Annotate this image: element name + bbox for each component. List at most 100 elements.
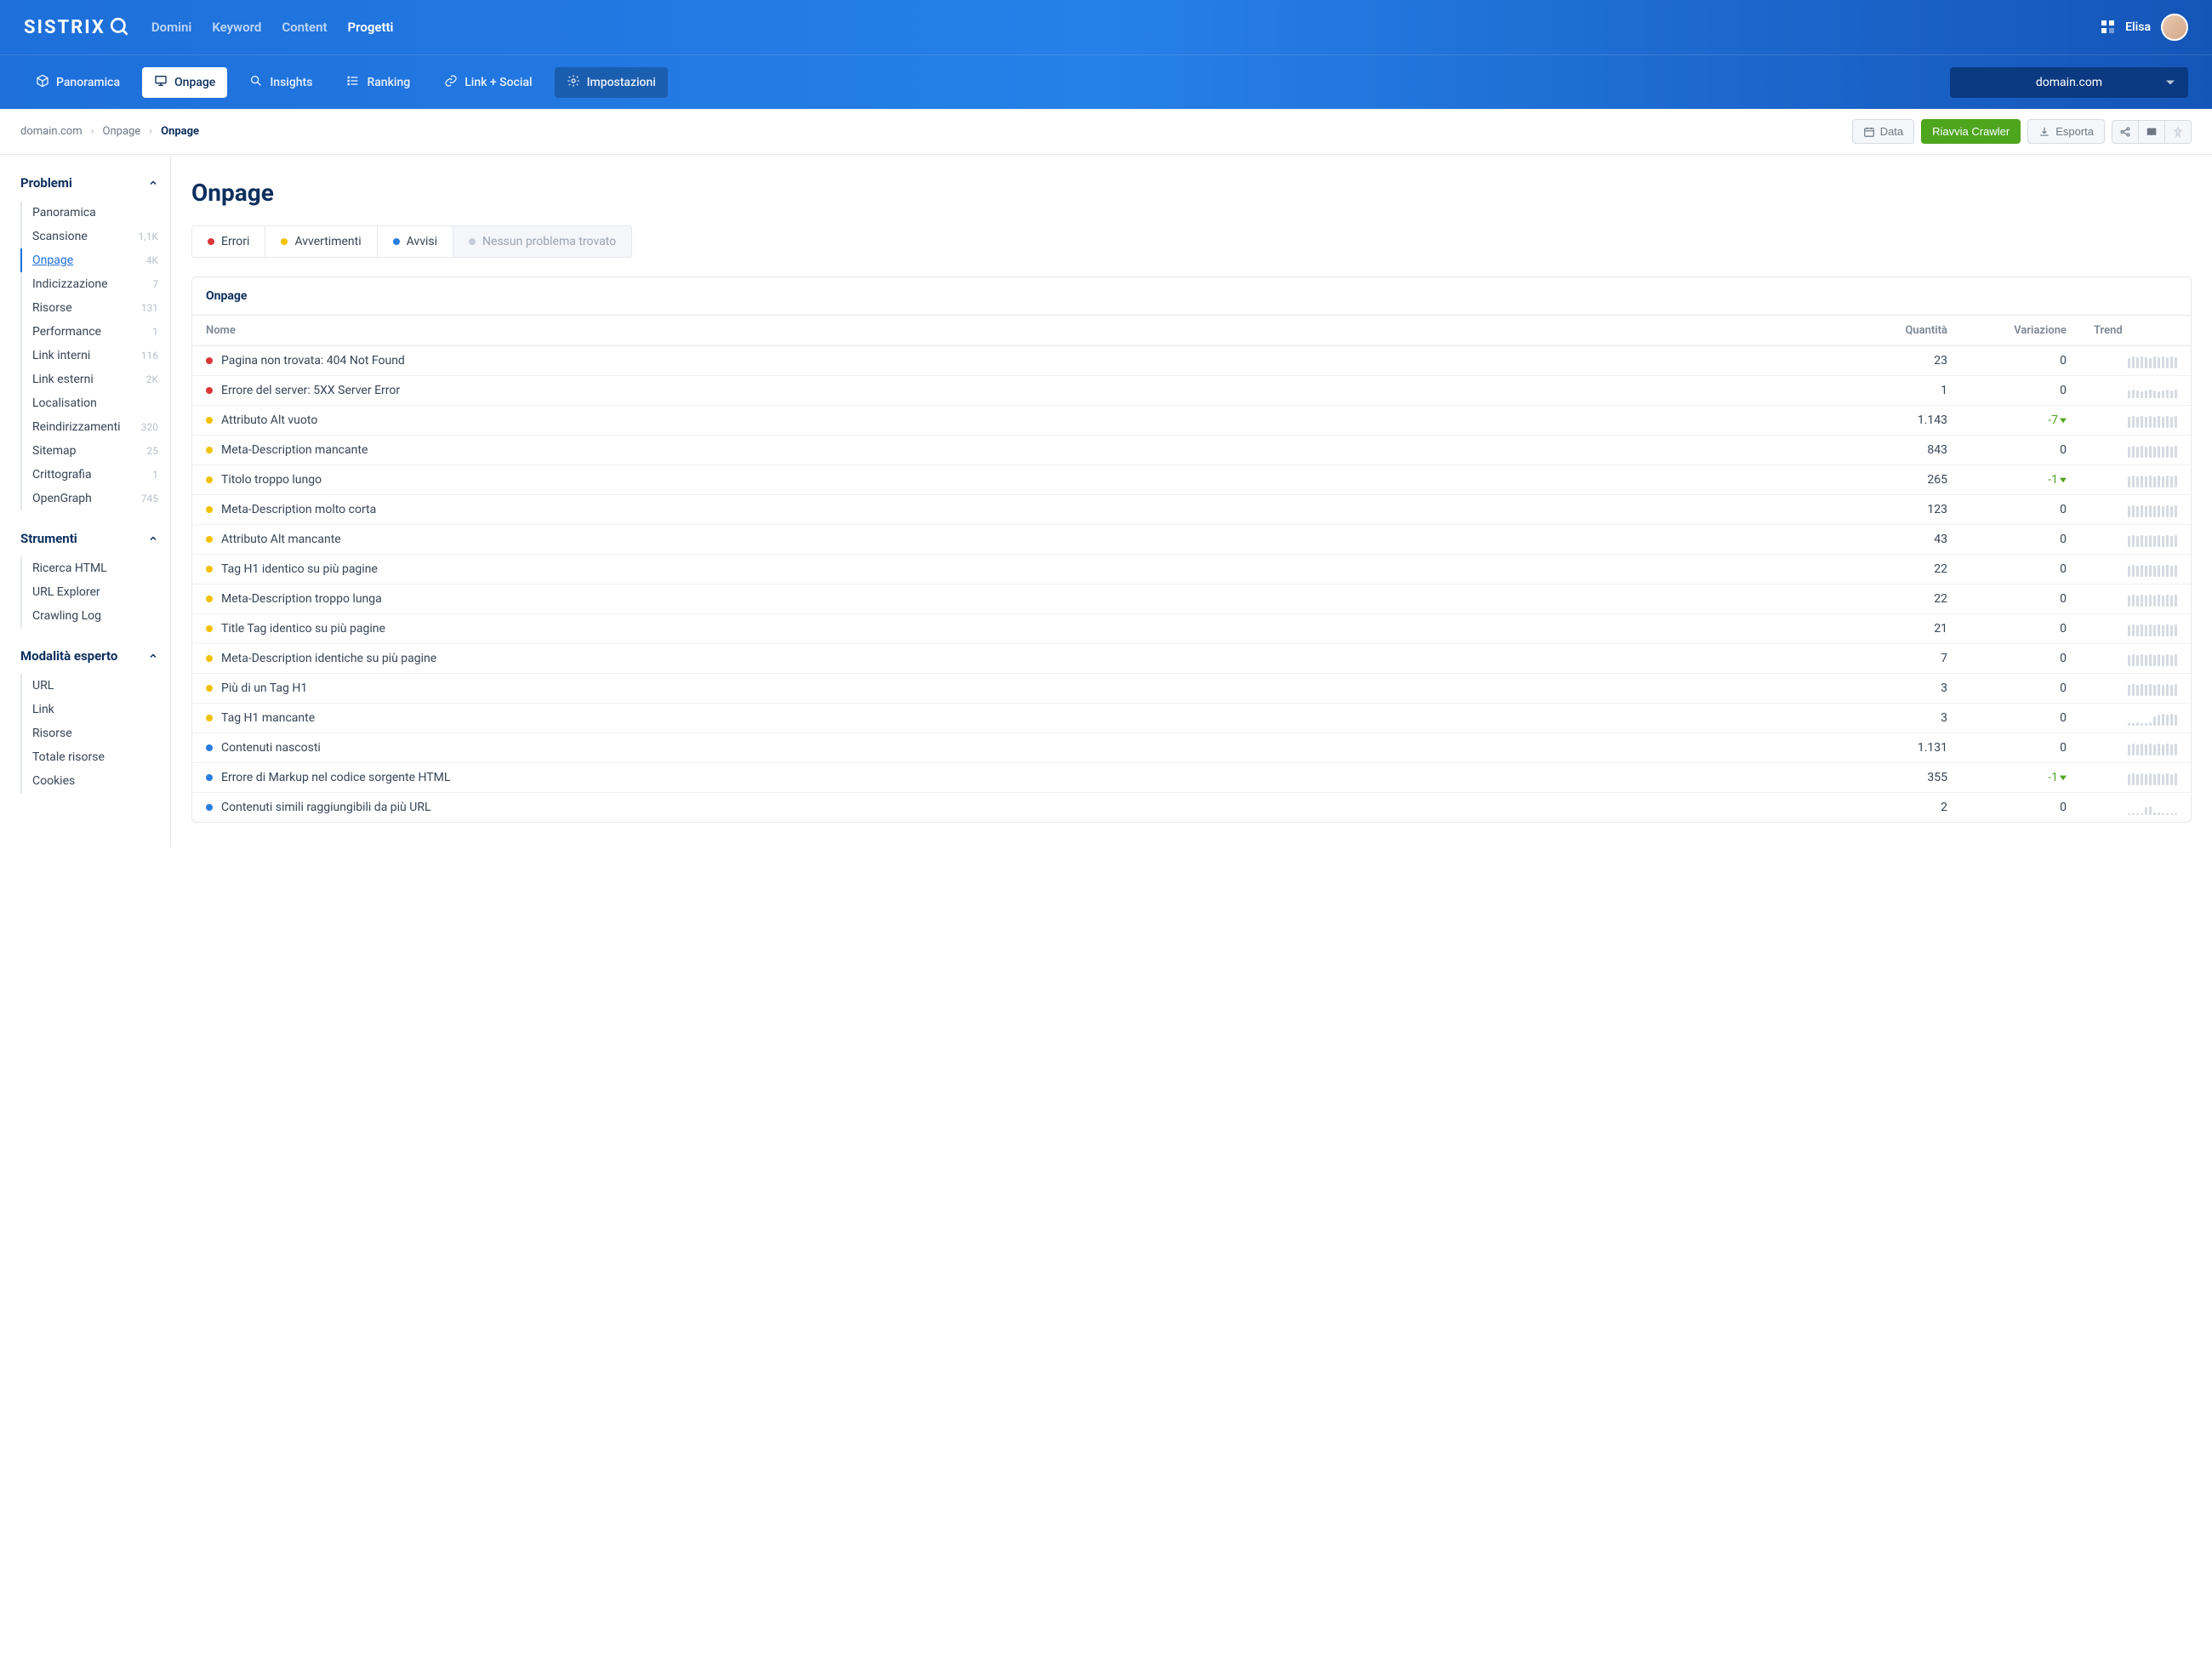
sidebar: ProblemiPanoramicaScansione1,1KOnpage4KI… xyxy=(0,155,170,847)
docs-button[interactable] xyxy=(2139,120,2165,144)
col-trend[interactable]: Trend xyxy=(2080,316,2191,346)
sidebar-section-title[interactable]: Strumenti xyxy=(20,526,170,551)
col-name[interactable]: Nome xyxy=(192,316,1859,346)
table-row[interactable]: Meta-Description identiche su più pagine… xyxy=(192,644,2191,674)
avatar[interactable] xyxy=(2161,14,2188,41)
sidebar-item[interactable]: Link esterni2K xyxy=(20,368,170,391)
data-button[interactable]: Data xyxy=(1852,119,1914,144)
issue-name: Errore di Markup nel codice sorgente HTM… xyxy=(221,771,450,784)
share-button[interactable] xyxy=(2112,120,2139,144)
topnav-item[interactable]: Content xyxy=(282,20,327,35)
sidebar-item[interactable]: Panoramica xyxy=(20,201,170,225)
sidebar-item[interactable]: Link interni116 xyxy=(20,344,170,368)
table-row[interactable]: Errore di Markup nel codice sorgente HTM… xyxy=(192,763,2191,793)
sidebar-item[interactable]: Crittografia1 xyxy=(20,463,170,487)
breadcrumb-item[interactable]: domain.com xyxy=(20,125,83,138)
table-row[interactable]: Tag H1 mancante30 xyxy=(192,704,2191,733)
col-qty[interactable]: Quantità xyxy=(1859,316,1961,346)
severity-dot-icon xyxy=(206,655,213,662)
table-row[interactable]: Pagina non trovata: 404 Not Found230 xyxy=(192,346,2191,376)
dot-icon xyxy=(208,238,214,245)
sidebar-item[interactable]: Reindirizzamenti320 xyxy=(20,415,170,439)
user-name[interactable]: Elisa xyxy=(2125,20,2151,34)
severity-dot-icon xyxy=(206,774,213,781)
sidebar-item[interactable]: URL Explorer xyxy=(20,580,170,604)
subnav-item-link[interactable]: Link + Social xyxy=(432,67,544,98)
issue-variation: 0 xyxy=(1961,674,2080,704)
caret-down-icon xyxy=(2060,417,2067,424)
sidebar-item[interactable]: Onpage4K xyxy=(20,248,170,272)
search-icon xyxy=(249,74,263,91)
severity-dot-icon xyxy=(206,357,213,364)
table-row[interactable]: Title Tag identico su più pagine210 xyxy=(192,614,2191,644)
issue-qty: 3 xyxy=(1859,704,1961,733)
table-row[interactable]: Contenuti nascosti1.1310 xyxy=(192,733,2191,763)
severity-dot-icon xyxy=(206,506,213,513)
topnav-item[interactable]: Keyword xyxy=(212,20,261,35)
severity-dot-icon xyxy=(206,596,213,602)
sidebar-item[interactable]: Cookies xyxy=(20,769,170,793)
sidebar-item[interactable]: Performance1 xyxy=(20,320,170,344)
sidebar-item[interactable]: Ricerca HTML xyxy=(20,556,170,580)
topnav-item[interactable]: Progetti xyxy=(348,20,394,35)
table-row[interactable]: Meta-Description mancante8430 xyxy=(192,436,2191,465)
calendar-icon xyxy=(1863,126,1875,138)
issue-qty: 7 xyxy=(1859,644,1961,674)
issue-qty: 123 xyxy=(1859,495,1961,525)
topnav-item[interactable]: Domini xyxy=(151,20,191,35)
sidebar-item[interactable]: Crawling Log xyxy=(20,604,170,628)
sidebar-item[interactable]: Sitemap25 xyxy=(20,439,170,463)
sidebar-item[interactable]: OpenGraph745 xyxy=(20,487,170,510)
filter-tab[interactable]: Avvisi xyxy=(378,226,453,257)
table-row[interactable]: Titolo troppo lungo265-1 xyxy=(192,465,2191,495)
breadcrumb-item[interactable]: Onpage xyxy=(103,125,141,138)
severity-dot-icon xyxy=(206,476,213,483)
search-icon xyxy=(109,16,131,38)
download-icon xyxy=(2038,126,2050,138)
table-row[interactable]: Errore del server: 5XX Server Error10 xyxy=(192,376,2191,406)
col-var[interactable]: Variazione xyxy=(1961,316,2080,346)
shortcut-button[interactable] xyxy=(2165,120,2192,144)
logo[interactable]: SISTRIX xyxy=(24,16,131,38)
sidebar-section-title[interactable]: Modalità esperto xyxy=(20,643,170,669)
filter-tab[interactable]: Avvertimenti xyxy=(265,226,377,257)
table-row[interactable]: Attributo Alt mancante430 xyxy=(192,525,2191,555)
subnav-item-ranking[interactable]: Ranking xyxy=(334,67,422,98)
table-row[interactable]: Tag H1 identico su più pagine220 xyxy=(192,555,2191,584)
issue-trend xyxy=(2080,793,2191,823)
link-icon xyxy=(444,74,458,91)
sidebar-item[interactable]: Scansione1,1K xyxy=(20,225,170,248)
issue-variation: 0 xyxy=(1961,614,2080,644)
gear-icon xyxy=(567,74,580,91)
sidebar-item-label: Scansione xyxy=(32,230,88,243)
subnav-item-impostazioni[interactable]: Impostazioni xyxy=(555,67,668,98)
domain-selector[interactable]: domain.com xyxy=(1950,67,2188,98)
sidebar-item[interactable]: Risorse131 xyxy=(20,296,170,320)
table-row[interactable]: Più di un Tag H130 xyxy=(192,674,2191,704)
sidebar-item[interactable]: Indicizzazione7 xyxy=(20,272,170,296)
table-row[interactable]: Meta-Description troppo lunga220 xyxy=(192,584,2191,614)
subnav-item-onpage[interactable]: Onpage xyxy=(142,67,227,98)
subnav-item-insights[interactable]: Insights xyxy=(237,67,324,98)
severity-dot-icon xyxy=(206,447,213,453)
export-button-label: Esporta xyxy=(2055,125,2094,138)
export-button[interactable]: Esporta xyxy=(2027,119,2105,144)
table-row[interactable]: Meta-Description molto corta1230 xyxy=(192,495,2191,525)
filter-tab[interactable]: Errori xyxy=(192,226,265,257)
sidebar-item[interactable]: Link xyxy=(20,698,170,721)
issue-name: Meta-Description mancante xyxy=(221,443,368,457)
sidebar-item-label: Indicizzazione xyxy=(32,277,108,291)
subnav-item-panoramica[interactable]: Panoramica xyxy=(24,67,132,98)
table-row[interactable]: Attributo Alt vuoto1.143-7 xyxy=(192,406,2191,436)
severity-dot-icon xyxy=(206,685,213,692)
issue-qty: 23 xyxy=(1859,346,1961,376)
table-row[interactable]: Contenuti simili raggiungibili da più UR… xyxy=(192,793,2191,823)
sidebar-item[interactable]: URL xyxy=(20,674,170,698)
sidebar-item[interactable]: Localisation xyxy=(20,391,170,415)
sidebar-section-title[interactable]: Problemi xyxy=(20,170,170,196)
apps-icon[interactable] xyxy=(2101,20,2115,34)
filter-tab[interactable]: Nessun problema trovato xyxy=(453,226,631,257)
restart-crawler-button[interactable]: Riavvia Crawler xyxy=(1921,119,2021,144)
sidebar-item[interactable]: Totale risorse xyxy=(20,745,170,769)
sidebar-item[interactable]: Risorse xyxy=(20,721,170,745)
